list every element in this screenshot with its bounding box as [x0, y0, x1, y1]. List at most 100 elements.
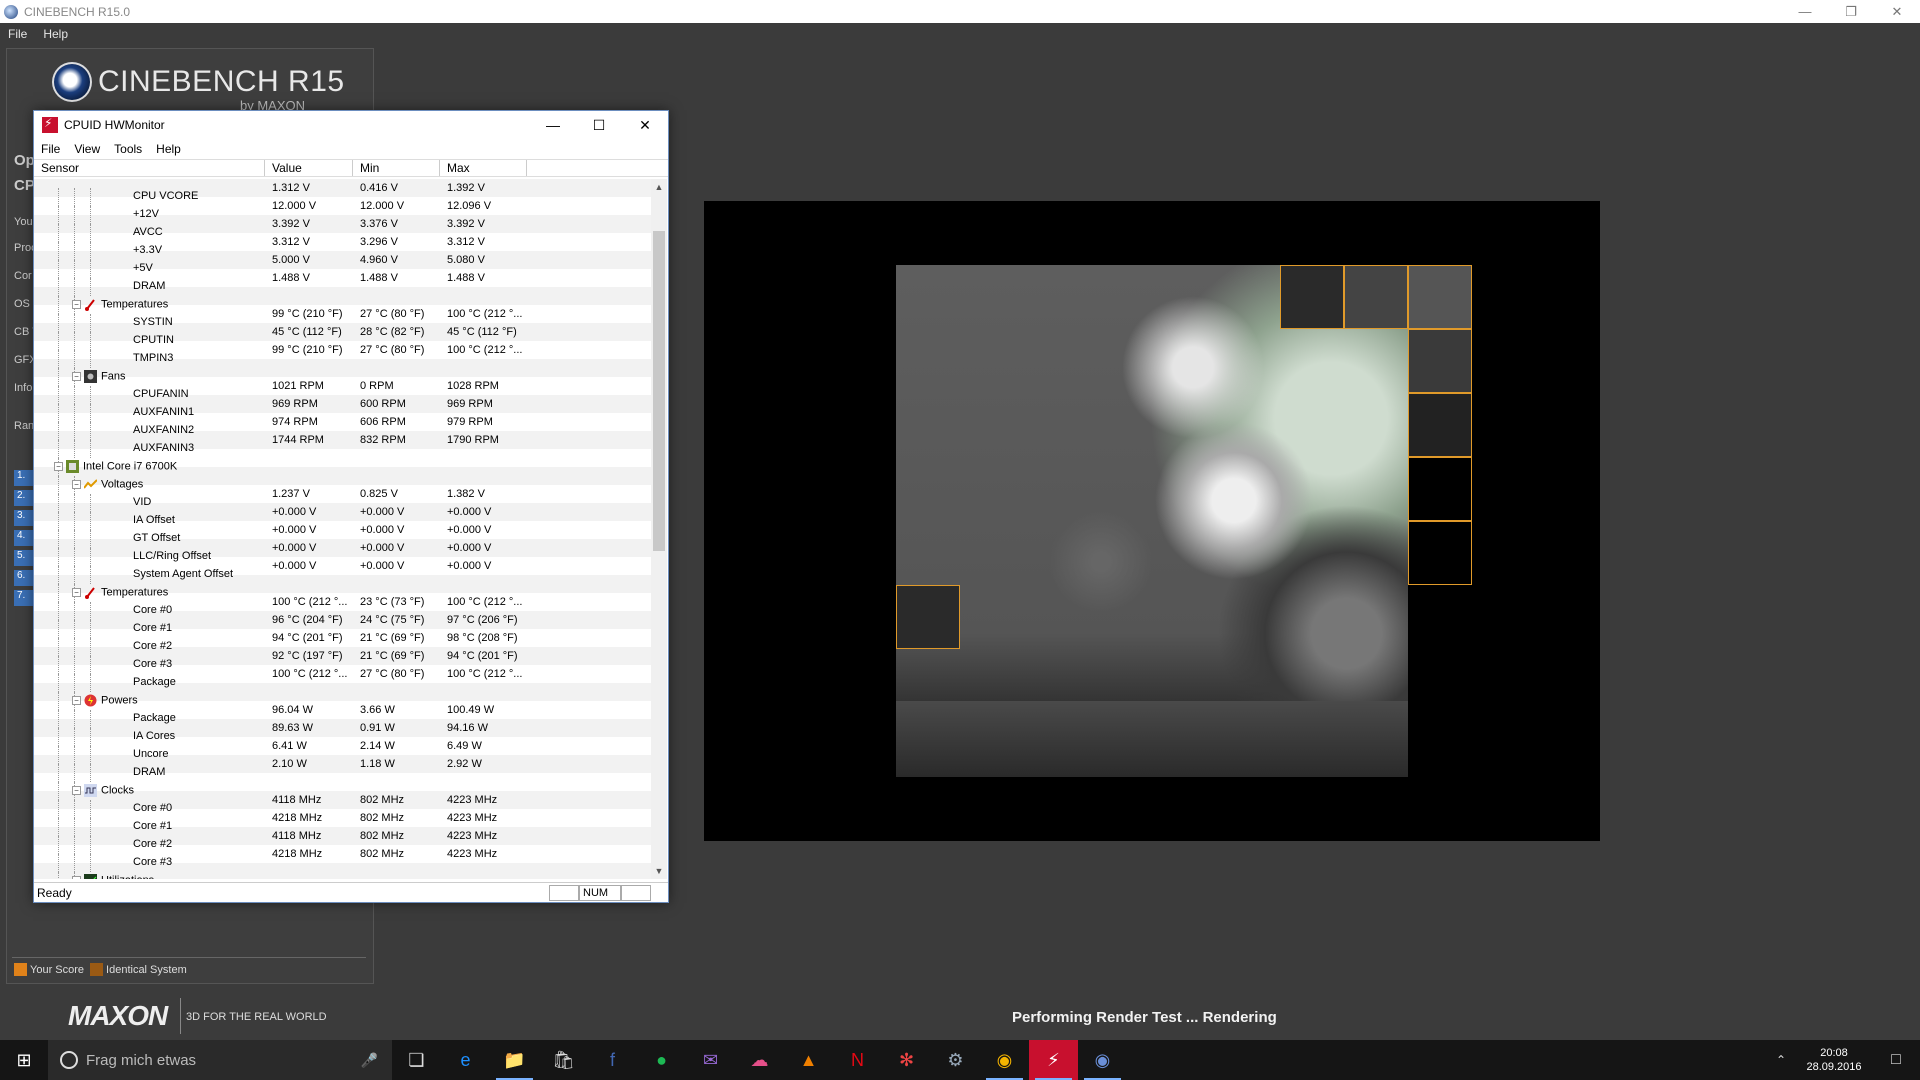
- rank-item[interactable]: 7.: [14, 590, 34, 606]
- minimize-button[interactable]: —: [1782, 0, 1828, 23]
- collapse-toggle-icon[interactable]: −: [72, 786, 81, 795]
- collapse-toggle-icon[interactable]: −: [72, 480, 81, 489]
- collapse-toggle-icon[interactable]: −: [72, 588, 81, 597]
- cloud-app-icon[interactable]: ☁: [735, 1040, 784, 1080]
- tree-guide: [58, 530, 59, 548]
- sensor-max: +0.000 V: [447, 542, 492, 554]
- store-icon[interactable]: 🛍: [539, 1040, 588, 1080]
- sensor-row[interactable]: Core #2 94 °C (201 °F) 21 °C (69 °F) 98 °C …: [34, 629, 652, 656]
- menu-help[interactable]: Help: [35, 27, 76, 41]
- restore-button[interactable]: ❐: [1828, 0, 1874, 23]
- legend-identical-label: Identical System: [106, 963, 187, 976]
- vlc-icon[interactable]: ▲: [784, 1040, 833, 1080]
- sensor-row[interactable]: +3.3V 3.312 V 3.296 V 3.312 V: [34, 233, 652, 260]
- spotify-icon[interactable]: ●: [637, 1040, 686, 1080]
- menu-help[interactable]: Help: [149, 142, 188, 156]
- rank-item[interactable]: 6.: [14, 570, 34, 586]
- rank-item[interactable]: 1.: [14, 470, 34, 486]
- sensor-row[interactable]: GT Offset +0.000 V +0.000 V +0.000 V: [34, 521, 652, 548]
- sensor-row[interactable]: Core #2 4118 MHz 802 MHz 4223 MHz: [34, 827, 652, 854]
- facebook-icon[interactable]: f: [588, 1040, 637, 1080]
- column-sensor[interactable]: Sensor: [34, 160, 265, 176]
- menu-view[interactable]: View: [67, 142, 107, 156]
- sensor-row[interactable]: Core #3 92 °C (197 °F) 21 °C (69 °F) 94 °C …: [34, 647, 652, 674]
- sensor-row[interactable]: DRAM 2.10 W 1.18 W 2.92 W: [34, 755, 652, 782]
- rank-item[interactable]: 3.: [14, 510, 34, 526]
- collapse-toggle-icon[interactable]: −: [72, 696, 81, 705]
- column-value[interactable]: Value: [265, 160, 353, 176]
- sensor-row[interactable]: CPUFANIN 1021 RPM 0 RPM 1028 RPM: [34, 377, 652, 404]
- sensor-row[interactable]: DRAM 1.488 V 1.488 V 1.488 V: [34, 269, 652, 296]
- sensor-group-row[interactable]: − Utilizations: [34, 863, 652, 879]
- mail-icon[interactable]: ✉: [686, 1040, 735, 1080]
- sensor-row[interactable]: System Agent Offset +0.000 V +0.000 V +0.00…: [34, 557, 652, 584]
- sensor-row[interactable]: Core #3 4218 MHz 802 MHz 4223 MHz: [34, 845, 652, 872]
- rank-item[interactable]: 5.: [14, 550, 34, 566]
- scroll-down-arrow-icon[interactable]: ▼: [651, 863, 667, 879]
- rank-item[interactable]: 2.: [14, 490, 34, 506]
- sensor-row[interactable]: Uncore 6.41 W 2.14 W 6.49 W: [34, 737, 652, 764]
- collapse-toggle-icon[interactable]: −: [72, 300, 81, 309]
- sensor-group-row[interactable]: − Fans: [34, 359, 652, 386]
- maximize-button[interactable]: ☐: [576, 111, 622, 139]
- menu-tools[interactable]: Tools: [107, 142, 149, 156]
- scroll-up-arrow-icon[interactable]: ▲: [651, 179, 667, 195]
- sensor-group-row[interactable]: − Clocks: [34, 773, 652, 800]
- action-center-icon[interactable]: □: [1872, 1051, 1920, 1069]
- steam-icon[interactable]: ⚙: [931, 1040, 980, 1080]
- column-max[interactable]: Max: [440, 160, 527, 176]
- close-button[interactable]: ✕: [1874, 0, 1920, 23]
- sensor-row[interactable]: IA Offset +0.000 V +0.000 V +0.000 V: [34, 503, 652, 530]
- sensor-tree[interactable]: CPU VCORE 1.312 V 0.416 V 1.392 V +12V 12.000…: [34, 179, 652, 879]
- sensor-row[interactable]: AUXFANIN1 969 RPM 600 RPM 969 RPM: [34, 395, 652, 422]
- sensor-row[interactable]: AUXFANIN2 974 RPM 606 RPM 979 RPM: [34, 413, 652, 440]
- scroll-thumb[interactable]: [653, 231, 665, 551]
- sensor-group-row[interactable]: − Powers: [34, 683, 652, 710]
- sensor-label: Core #3: [133, 856, 173, 868]
- sensor-row[interactable]: +12V 12.000 V 12.000 V 12.096 V: [34, 197, 652, 224]
- sensor-group-row[interactable]: − Temperatures: [34, 287, 652, 314]
- sensor-row[interactable]: CPUTIN 45 °C (112 °F) 28 °C (82 °F) 45 °C (…: [34, 323, 652, 350]
- sensor-max: 4223 MHz: [447, 830, 498, 842]
- menu-file[interactable]: File: [0, 27, 35, 41]
- sensor-min: 0.825 V: [360, 488, 398, 500]
- tree-guide: [58, 836, 59, 854]
- task-view-icon[interactable]: ❏: [392, 1040, 441, 1080]
- hwmonitor-icon[interactable]: ⚡: [1029, 1040, 1078, 1080]
- ccleaner-icon[interactable]: ✻: [882, 1040, 931, 1080]
- sensor-group-row[interactable]: − Intel Core i7 6700K: [34, 449, 652, 476]
- sensor-scrollbar[interactable]: ▲ ▼: [651, 179, 667, 879]
- sensor-row[interactable]: Core #1 96 °C (204 °F) 24 °C (75 °F) 97 °C …: [34, 611, 652, 638]
- sensor-group-row[interactable]: − Temperatures: [34, 575, 652, 602]
- chrome-icon[interactable]: ◉: [980, 1040, 1029, 1080]
- search-box[interactable]: Frag mich etwas 🎤: [48, 1040, 392, 1080]
- netflix-icon[interactable]: N: [833, 1040, 882, 1080]
- collapse-toggle-icon[interactable]: −: [54, 462, 63, 471]
- close-button[interactable]: ✕: [622, 111, 668, 139]
- start-button[interactable]: ⊞: [0, 1040, 48, 1080]
- sensor-row[interactable]: Package 100 °C (212 °... 27 °C (80 °F) 100 …: [34, 665, 652, 692]
- sensor-row[interactable]: AVCC 3.392 V 3.376 V 3.392 V: [34, 215, 652, 242]
- rank-item[interactable]: 4.: [14, 530, 34, 546]
- sensor-row[interactable]: LLC/Ring Offset +0.000 V +0.000 V +0.000 V: [34, 539, 652, 566]
- sensor-row[interactable]: +5V 5.000 V 4.960 V 5.080 V: [34, 251, 652, 278]
- microphone-icon[interactable]: 🎤: [361, 1052, 378, 1069]
- sensor-row[interactable]: Core #1 4218 MHz 802 MHz 4223 MHz: [34, 809, 652, 836]
- edge-icon[interactable]: e: [441, 1040, 490, 1080]
- collapse-toggle-icon[interactable]: −: [72, 372, 81, 381]
- sensor-max: +0.000 V: [447, 506, 492, 518]
- sensor-row[interactable]: IA Cores 89.63 W 0.91 W 94.16 W: [34, 719, 652, 746]
- collapse-toggle-icon[interactable]: −: [72, 876, 81, 879]
- column-min[interactable]: Min: [353, 160, 440, 176]
- minimize-button[interactable]: —: [530, 111, 576, 139]
- tray-clock[interactable]: 20:08 28.09.2016: [1796, 1046, 1872, 1074]
- tree-guide: [74, 746, 75, 764]
- tree-guide: [58, 602, 59, 620]
- file-explorer-icon[interactable]: 📁: [490, 1040, 539, 1080]
- menu-file[interactable]: File: [34, 142, 67, 156]
- sensor-row[interactable]: AUXFANIN3 1744 RPM 832 RPM 1790 RPM: [34, 431, 652, 458]
- sensor-row[interactable]: TMPIN3 99 °C (210 °F) 27 °C (80 °F) 100 °C …: [34, 341, 652, 368]
- sensor-row[interactable]: CPU VCORE 1.312 V 0.416 V 1.392 V: [34, 179, 652, 206]
- tray-expand-icon[interactable]: ⌃: [1766, 1053, 1796, 1067]
- cinebench-icon[interactable]: ◉: [1078, 1040, 1127, 1080]
